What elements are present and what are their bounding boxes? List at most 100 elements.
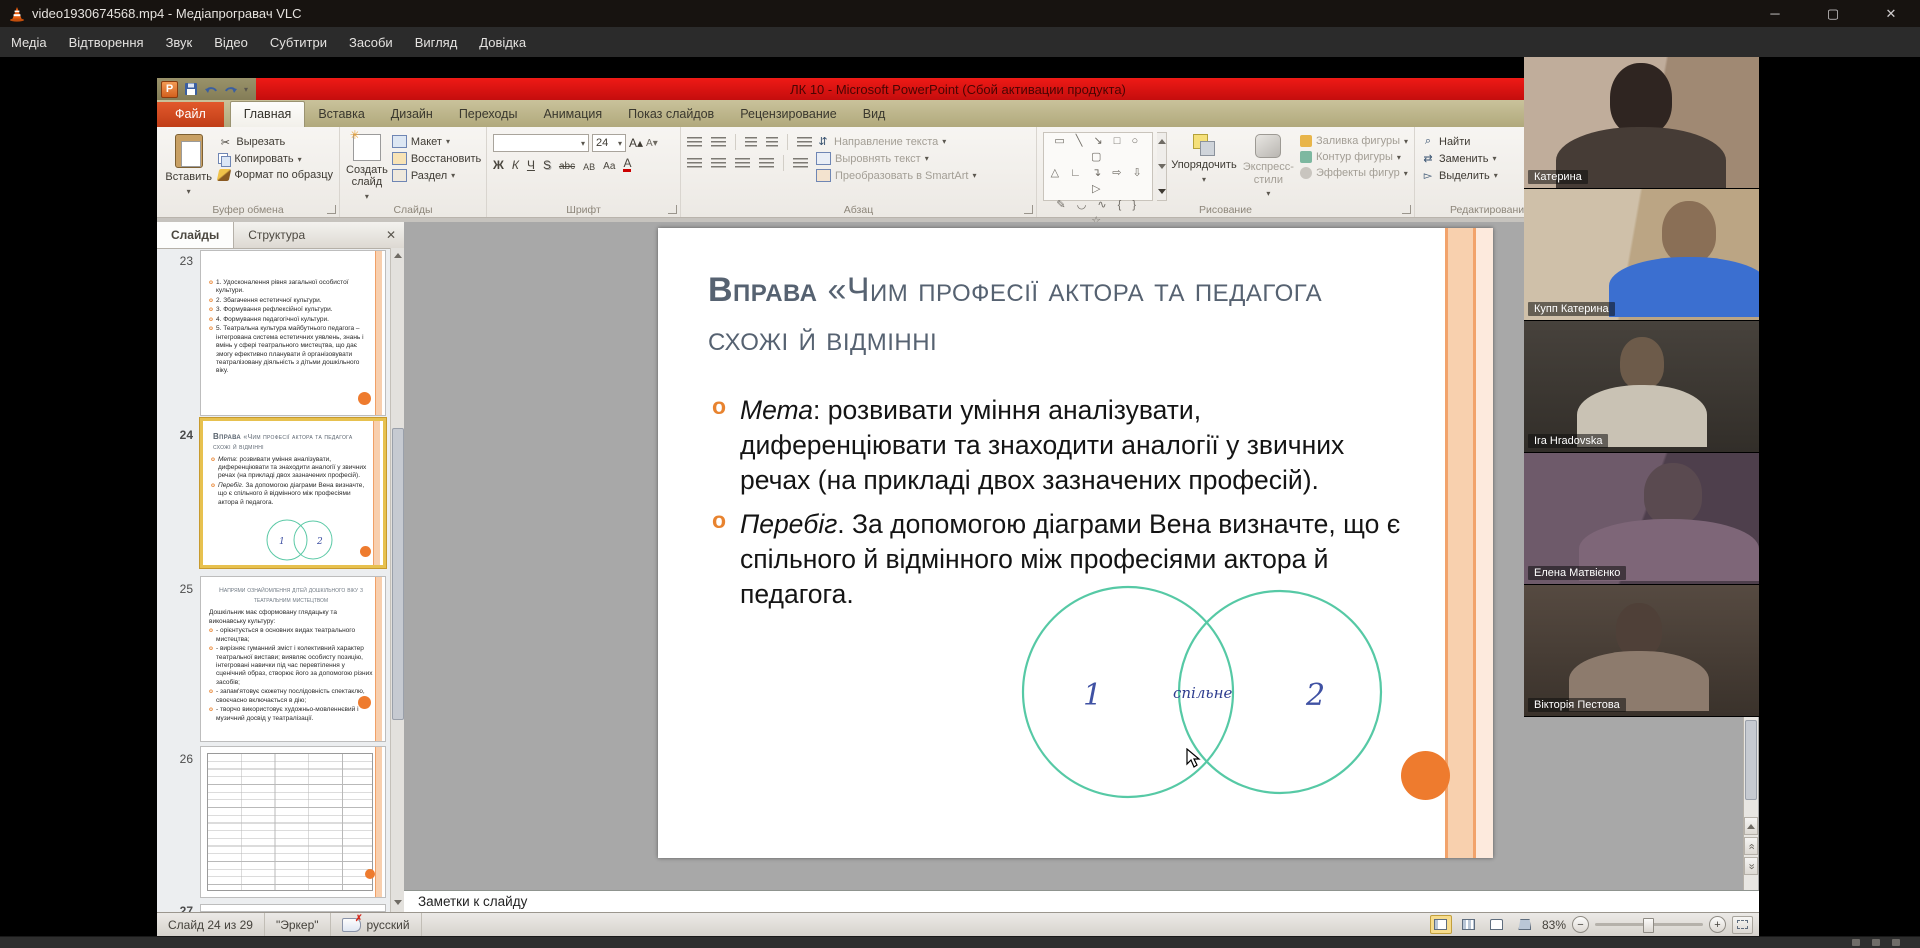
slide-sorter-button[interactable] (1458, 915, 1480, 934)
layout-button[interactable]: Макет▾ (392, 135, 481, 148)
paragraph-dialog-launcher-icon[interactable] (1024, 205, 1033, 214)
panel-scroll-thumb[interactable] (392, 428, 404, 720)
redo-icon[interactable] (224, 82, 238, 96)
vlc-control-strip[interactable] (0, 936, 1920, 948)
bold-button[interactable]: Ж (493, 158, 504, 172)
powerpoint-logo-icon[interactable]: P (161, 81, 178, 98)
scroll-up-button[interactable] (1744, 817, 1758, 835)
menu-tools[interactable]: Засоби (338, 27, 404, 57)
font-name-combo[interactable]: ▾ (493, 134, 589, 152)
underline-button[interactable]: Ч (527, 158, 535, 172)
slideshow-button[interactable] (1514, 915, 1536, 934)
tab-slideshow[interactable]: Показ слайдов (615, 102, 727, 127)
panel-close-icon[interactable]: ✕ (386, 228, 396, 242)
slide-thumbnail-26[interactable] (200, 746, 386, 898)
text-direction-button[interactable]: ⇵Направление текста▾ (816, 135, 976, 148)
zoom-in-button[interactable]: + (1709, 916, 1726, 933)
shrink-font-button[interactable]: А▾ (646, 138, 658, 149)
align-right-button[interactable] (735, 158, 750, 169)
slide-scrollbar[interactable]: « » (1743, 717, 1758, 890)
shapes-gallery-scrollbar[interactable] (1157, 132, 1167, 201)
change-case-button[interactable]: Аа (603, 161, 615, 172)
replace-button[interactable]: ⇄Заменить▾ (1421, 152, 1498, 165)
slide-thumbnail-25[interactable]: Напрями ознайомлення дітей дошкільного в… (200, 576, 386, 742)
slide-body[interactable]: Мета: розвивати уміння аналізувати, дифе… (710, 393, 1410, 620)
decrease-indent-button[interactable] (745, 137, 757, 148)
font-dialog-launcher-icon[interactable] (668, 205, 677, 214)
new-slide-button[interactable]: Создать слайд ▾ (346, 132, 388, 201)
zoom-slider-thumb[interactable] (1643, 918, 1654, 933)
status-language[interactable]: русский (331, 913, 422, 936)
qat-dropdown-icon[interactable]: ▾ (244, 85, 248, 94)
columns-button[interactable] (793, 158, 808, 169)
save-icon[interactable] (184, 82, 198, 96)
slide-thumbnail-23[interactable]: 1. Удосконалення рівня загальної особист… (200, 250, 386, 416)
tab-transitions[interactable]: Переходы (446, 102, 531, 127)
tab-outline[interactable]: Структура (234, 222, 319, 248)
menu-view[interactable]: Вигляд (404, 27, 469, 57)
align-left-button[interactable] (687, 158, 702, 169)
slide-thumbnail-24-selected[interactable]: Вправа «Чим професії актора та педагога … (200, 418, 386, 568)
undo-icon[interactable] (204, 82, 218, 96)
participant-video-3[interactable]: Ira Hradovska (1524, 321, 1759, 453)
reading-view-button[interactable] (1486, 915, 1508, 934)
participant-video-1[interactable]: Катерина (1524, 57, 1759, 189)
tab-file[interactable]: Файл (157, 102, 224, 127)
font-color-button[interactable]: А (623, 158, 631, 172)
tab-design[interactable]: Дизайн (378, 102, 446, 127)
find-button[interactable]: ⌕Найти (1421, 135, 1498, 148)
clipboard-dialog-launcher-icon[interactable] (327, 205, 336, 214)
menu-audio[interactable]: Звук (155, 27, 204, 57)
arrange-button[interactable]: Упорядочить ▾ (1171, 132, 1236, 201)
section-button[interactable]: Раздел▾ (392, 169, 481, 182)
tab-view[interactable]: Вид (850, 102, 899, 127)
italic-button[interactable]: К (512, 158, 519, 172)
line-spacing-button[interactable] (797, 137, 812, 148)
grow-font-button[interactable]: А▴ (629, 136, 643, 150)
convert-smartart-button[interactable]: Преобразовать в SmartArt▾ (816, 169, 976, 182)
zoom-slider[interactable] (1595, 923, 1703, 926)
menu-media[interactable]: Медіа (0, 27, 58, 57)
close-button[interactable]: ✕ (1862, 0, 1920, 27)
strikethrough-button[interactable]: abc (559, 161, 575, 172)
shape-fill-button[interactable]: Заливка фигуры▾ (1300, 135, 1408, 147)
notes-pane[interactable]: Заметки к слайду (404, 890, 1759, 912)
current-slide[interactable]: Вправа «Чим професії актора та педагога … (658, 228, 1493, 858)
menu-video[interactable]: Відео (203, 27, 259, 57)
numbering-button[interactable] (711, 137, 726, 148)
vlc-mini-icon[interactable] (1852, 939, 1860, 946)
menu-playback[interactable]: Відтворення (58, 27, 155, 57)
tab-review[interactable]: Рецензирование (727, 102, 850, 127)
panel-scroll-up-icon[interactable] (394, 253, 402, 258)
cut-button[interactable]: ✂Вырезать (218, 135, 333, 149)
copy-button[interactable]: Копировать▾ (218, 153, 333, 165)
panel-scroll-down-icon[interactable] (394, 900, 402, 905)
shape-outline-button[interactable]: Контур фигуры▾ (1300, 151, 1408, 163)
fit-to-window-button[interactable] (1732, 916, 1753, 934)
participant-video-4[interactable]: Елена Матвієнко (1524, 453, 1759, 585)
panel-scrollbar[interactable] (390, 248, 404, 912)
slide-thumbnail-27[interactable] (200, 904, 386, 912)
minimize-button[interactable]: ─ (1746, 0, 1804, 27)
drawing-dialog-launcher-icon[interactable] (1402, 205, 1411, 214)
zoom-out-button[interactable]: − (1572, 916, 1589, 933)
reset-button[interactable]: Восстановить (392, 152, 481, 165)
increase-indent-button[interactable] (766, 137, 778, 148)
vlc-fullscreen-icon[interactable] (1892, 939, 1900, 946)
paste-button[interactable]: Вставить ▾ (163, 132, 214, 201)
menu-subtitles[interactable]: Субтитри (259, 27, 338, 57)
participant-video-2[interactable]: Купп Катерина (1524, 189, 1759, 321)
shapes-gallery[interactable]: ▭ ╲ ↘ □ ○ ▢ △ ∟ ↴ ⇨ ⇩ ▷ ✎ ◡ ∿ { } ☆ (1043, 132, 1153, 201)
menu-help[interactable]: Довідка (468, 27, 537, 57)
align-center-button[interactable] (711, 158, 726, 169)
tab-insert[interactable]: Вставка (305, 102, 377, 127)
shadow-button[interactable]: S (543, 158, 551, 172)
participant-video-5[interactable]: Вікторія Пестова (1524, 585, 1759, 717)
slide-scroll-thumb[interactable] (1745, 720, 1757, 800)
slide-title[interactable]: Вправа «Чим професії актора та педагога … (708, 266, 1388, 365)
tab-animations[interactable]: Анимация (530, 102, 615, 127)
shape-effects-button[interactable]: Эффекты фигур▾ (1300, 167, 1408, 179)
previous-slide-button[interactable]: « (1744, 837, 1758, 855)
format-painter-button[interactable]: Формат по образцу (218, 169, 333, 181)
quick-styles-button[interactable]: Экспресс-стили ▾ (1241, 132, 1296, 201)
